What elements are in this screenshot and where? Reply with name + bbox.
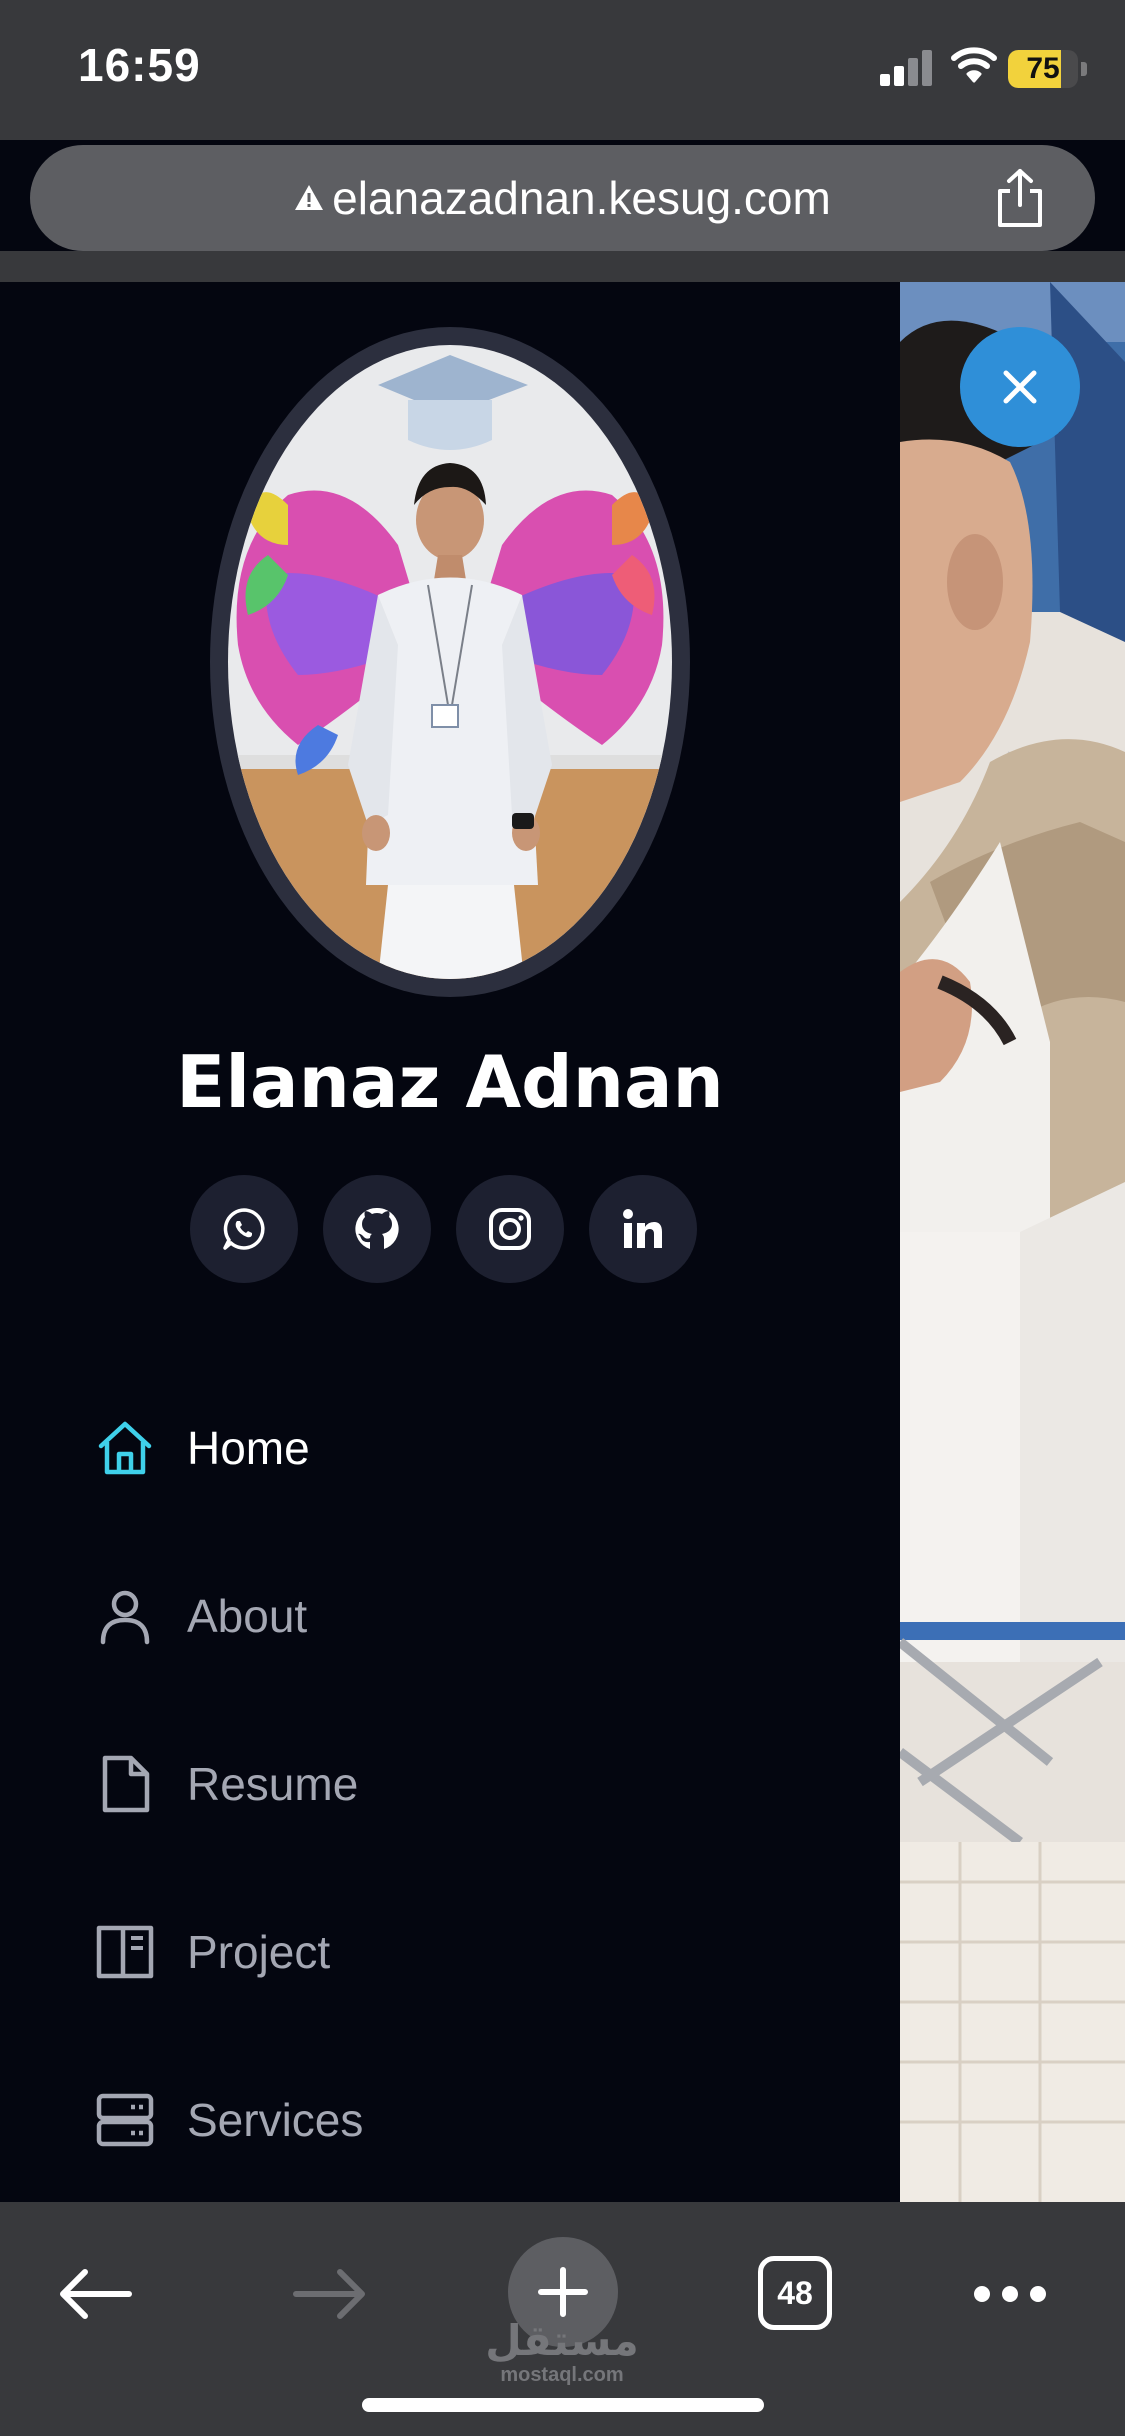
home-indicator[interactable]: [362, 2398, 764, 2412]
more-options-icon[interactable]: [970, 2282, 1050, 2306]
side-navigation: Elanaz Adnan Home About Resume Project S…: [0, 282, 900, 2202]
github-link[interactable]: [323, 1175, 431, 1283]
warning-icon: [295, 185, 324, 210]
nav-item-project[interactable]: Project: [95, 1912, 695, 1992]
nav-label-resume: Resume: [187, 1758, 359, 1810]
battery-level: 75: [1026, 52, 1060, 85]
nav-label-about: About: [187, 1590, 308, 1642]
nav-item-services[interactable]: Services: [95, 2080, 695, 2160]
whatsapp-link[interactable]: [190, 1175, 298, 1283]
tab-count-button[interactable]: 48: [758, 2256, 832, 2330]
user-icon: [100, 1590, 150, 1645]
forward-arrow-icon[interactable]: [290, 2264, 370, 2324]
status-time: 16:59: [78, 39, 201, 91]
cellular-signal-icon: [880, 50, 934, 86]
watermark: مستقل mostaql.com: [462, 2318, 662, 2387]
whatsapp-icon: [223, 1208, 265, 1250]
wifi-icon: [951, 47, 997, 83]
profile-photo: [228, 345, 672, 979]
layout-icon: [96, 1925, 154, 1979]
nav-item-home[interactable]: Home: [95, 1408, 695, 1488]
background-hero-photo: [900, 282, 1125, 2202]
address-bar[interactable]: elanazadnan.kesug.com: [30, 145, 1095, 251]
back-arrow-icon[interactable]: [55, 2264, 135, 2324]
watermark-arabic: مستقل: [485, 2316, 639, 2365]
battery-indicator: 75: [1008, 50, 1088, 88]
plus-icon: [538, 2267, 588, 2317]
github-icon: [355, 1207, 399, 1249]
browser-chrome-edge: [0, 251, 1125, 282]
home-icon: [98, 1421, 152, 1475]
nav-label-project: Project: [187, 1926, 331, 1978]
profile-name: Elanaz Adnan: [176, 1040, 724, 1124]
server-icon: [96, 2093, 154, 2147]
instagram-link[interactable]: [456, 1175, 564, 1283]
nav-label-home: Home: [187, 1422, 310, 1474]
linkedin-link[interactable]: [589, 1175, 697, 1283]
avatar: [210, 327, 690, 997]
linkedin-icon: [623, 1209, 662, 1248]
file-icon: [102, 1755, 150, 1813]
social-links: [0, 1175, 900, 1285]
close-icon: [1003, 370, 1037, 404]
screen: 16:59 75 elanazadnan.kesug.com Elanaz Ad…: [0, 0, 1125, 2436]
instagram-icon: [489, 1208, 531, 1250]
close-menu-button[interactable]: [960, 327, 1080, 447]
share-icon[interactable]: [990, 167, 1050, 229]
nav-label-services: Services: [187, 2094, 364, 2146]
status-bar: 16:59 75: [0, 0, 1125, 140]
url-text: elanazadnan.kesug.com: [332, 172, 831, 224]
watermark-latin: mostaql.com: [500, 2364, 624, 2386]
nav-item-about[interactable]: About: [95, 1576, 695, 1656]
nav-item-resume[interactable]: Resume: [95, 1744, 695, 1824]
